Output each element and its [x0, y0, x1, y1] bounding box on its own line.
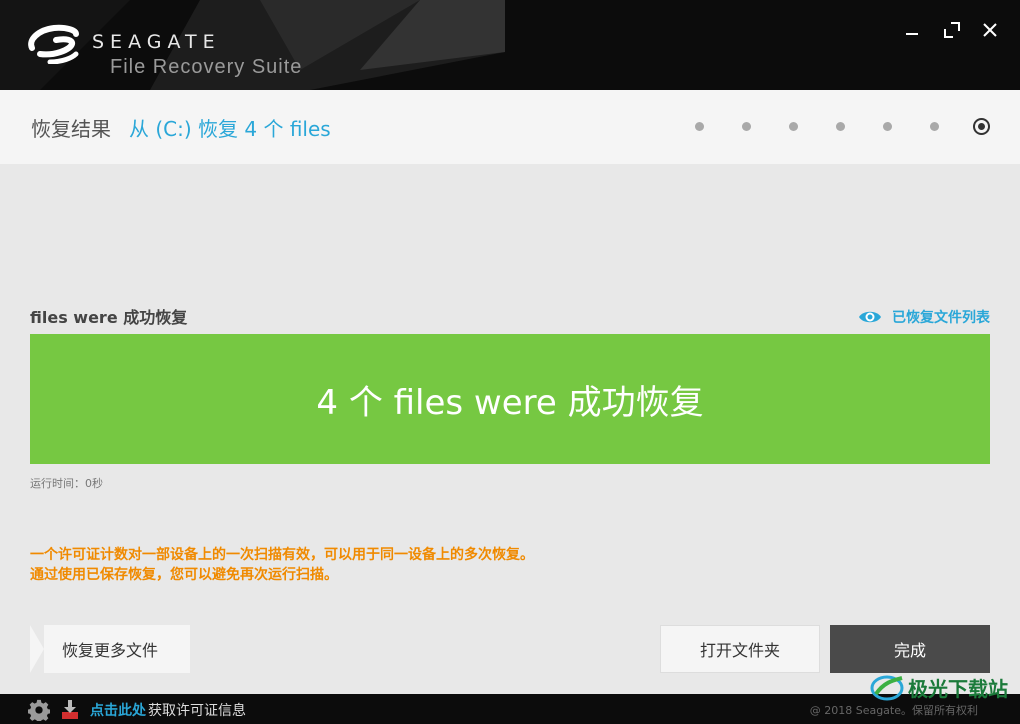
step-dot [836, 122, 845, 131]
license-notice: 一个许可证计数对一部设备上的一次扫描有效，可以用于同一设备上的多次恢复。 通过使… [30, 545, 534, 585]
minimize-button[interactable] [900, 18, 924, 42]
step-dot [883, 122, 892, 131]
view-list-label: 已恢复文件列表 [892, 310, 990, 326]
watermark-logo-icon [870, 675, 904, 701]
view-recovered-list-link[interactable]: 已恢复文件列表 [858, 307, 990, 327]
page-title: 恢复结果 [31, 117, 111, 141]
footer-bar: 点击此处 获取许可证信息 @ 2018 Seagate。保留所有权利 [0, 694, 1020, 724]
click-here-link[interactable]: 点击此处 [90, 700, 146, 720]
step-dot [742, 122, 751, 131]
done-label: 完成 [893, 641, 926, 660]
recover-more-label: 恢复更多文件 [61, 641, 158, 660]
open-folder-label: 打开文件夹 [699, 641, 780, 660]
gear-icon[interactable] [28, 699, 50, 721]
maximize-icon [944, 22, 960, 38]
license-info-text: 获取许可证信息 [148, 703, 246, 719]
done-button[interactable]: 完成 [830, 625, 990, 673]
step-dot-active [973, 118, 990, 135]
product-name: File Recovery Suite [110, 56, 303, 78]
close-button[interactable] [978, 18, 1002, 42]
copyright-text: @ 2018 Seagate。保留所有权利 [809, 704, 978, 717]
step-dot [789, 122, 798, 131]
brand-name: SEAGATE [92, 31, 221, 53]
results-header: 恢复结果 从 (C:) 恢复 4 个 files [0, 90, 1020, 164]
step-dot [930, 122, 939, 131]
notice-line: 通过使用已保存恢复，您可以避免再次运行扫描。 [30, 567, 338, 583]
step-dot [695, 122, 704, 131]
download-icon[interactable] [60, 698, 80, 720]
minimize-icon [906, 33, 918, 35]
close-icon [983, 23, 997, 37]
notice-line: 一个许可证计数对一部设备上的一次扫描有效，可以用于同一设备上的多次恢复。 [30, 547, 534, 563]
maximize-button[interactable] [940, 18, 964, 42]
success-banner: 4 个 files were 成功恢复 [30, 334, 990, 464]
recover-more-button[interactable]: 恢复更多文件 [30, 625, 190, 673]
success-message: 4 个 files were 成功恢复 [316, 382, 704, 423]
open-folder-button[interactable]: 打开文件夹 [660, 625, 820, 673]
recovery-summary: 从 (C:) 恢复 4 个 files [129, 117, 331, 141]
runtime-text: 运行时间：0秒 [30, 477, 103, 490]
watermark: 极光下载站 [870, 672, 1008, 702]
title-bar: SEAGATE File Recovery Suite [0, 0, 1020, 90]
section-title: files were 成功恢复 [30, 308, 188, 327]
watermark-text: 极光下载站 [908, 676, 1008, 701]
back-arrow-icon [30, 625, 44, 673]
seagate-logo-icon [28, 24, 79, 64]
eye-icon [859, 311, 881, 323]
